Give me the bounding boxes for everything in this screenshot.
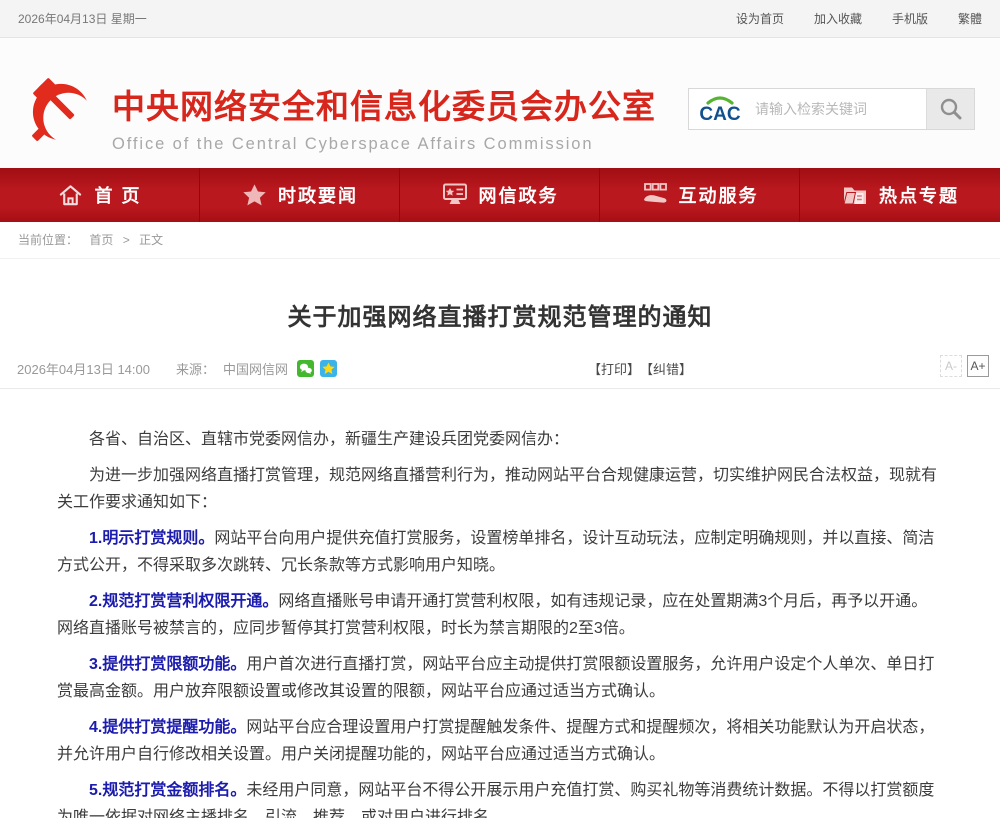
nav-item-politics-news[interactable]: 时政要闻 xyxy=(200,168,400,222)
paragraph: 各省、自治区、直辖市党委网信办，新疆生产建设兵团党委网信办： xyxy=(57,426,943,453)
nav-item-label: 热点专题 xyxy=(879,182,959,208)
article-source-label: 来源： xyxy=(176,359,215,378)
article-meta: 2026年04月13日 14:00 来源： 中国网信网 xyxy=(0,357,1000,379)
wechat-share-icon[interactable] xyxy=(297,360,314,377)
topbar: 2026年04月13日 星期一 设为首页 加入收藏 手机版 繁體 xyxy=(0,0,1000,38)
topbar-links: 设为首页 加入收藏 手机版 繁體 xyxy=(736,10,982,27)
paragraph-lead: 5.规范打赏金额排名。 xyxy=(89,782,246,799)
site-title: 中央网络安全和信息化委员会办公室 xyxy=(112,80,656,128)
paragraph-text: 为进一步加强网络直播打赏管理，规范网络直播营利行为，推动网站平台合规健康运营，切… xyxy=(57,467,937,511)
monitor-icon xyxy=(441,182,469,208)
link-mobile-version[interactable]: 手机版 xyxy=(892,10,928,27)
search-button[interactable] xyxy=(926,89,974,129)
nav-item-hot-topics[interactable]: 热点专题 xyxy=(800,168,1000,222)
site-subtitle: Office of the Central Cyberspace Affairs… xyxy=(112,135,656,154)
article-actions: 【打印】 【纠错】 xyxy=(588,359,692,378)
page: 2026年04月13日 星期一 设为首页 加入收藏 手机版 繁體 中央 xyxy=(0,0,1000,818)
main-nav: 首 页 时政要闻 网信政务 互动服务 xyxy=(0,168,1000,222)
font-size-controls: A- A+ xyxy=(940,355,989,377)
paragraph: 4.提供打赏提醒功能。网站平台应合理设置用户打赏提醒触发条件、提醒方式和提醒频次… xyxy=(57,714,943,768)
party-emblem-icon xyxy=(26,72,102,146)
nav-item-label: 首 页 xyxy=(94,182,141,208)
nav-item-label: 互动服务 xyxy=(679,182,759,208)
article-meta-left: 2026年04月13日 14:00 来源： 中国网信网 xyxy=(17,357,337,379)
search-box: CAC xyxy=(688,88,975,130)
cac-logo-text: CAC xyxy=(699,104,740,125)
qzone-share-icon[interactable] xyxy=(320,360,337,377)
nav-item-interactive-services[interactable]: 互动服务 xyxy=(600,168,800,222)
paragraph-text: 各省、自治区、直辖市党委网信办，新疆生产建设兵团党委网信办： xyxy=(89,431,569,448)
article-date: 2026年04月13日 14:00 xyxy=(17,359,150,378)
print-button[interactable]: 【打印】 xyxy=(588,359,640,378)
nav-item-label: 时政要闻 xyxy=(278,182,358,208)
link-set-homepage[interactable]: 设为首页 xyxy=(736,10,784,27)
breadcrumb-label: 当前位置： xyxy=(18,233,78,247)
font-larger-button[interactable]: A+ xyxy=(967,355,989,377)
meta-divider xyxy=(0,388,1000,389)
article-source: 中国网信网 xyxy=(223,359,288,378)
paragraph-lead: 1.明示打赏规则。 xyxy=(89,530,214,547)
breadcrumb: 当前位置： 首页 > 正文 xyxy=(0,222,1000,259)
article-body: 各省、自治区、直辖市党委网信办，新疆生产建设兵团党委网信办： 为进一步加强网络直… xyxy=(0,426,1000,818)
paragraph: 2.规范打赏营利权限开通。网络直播账号申请开通打赏营利权限，如有违规记录，应在处… xyxy=(57,588,943,642)
breadcrumb-home-link[interactable]: 首页 xyxy=(89,233,113,247)
link-add-favorite[interactable]: 加入收藏 xyxy=(814,10,862,27)
search-input[interactable] xyxy=(751,101,926,117)
cac-logo: CAC xyxy=(689,91,751,127)
site-header: 中央网络安全和信息化委员会办公室 Office of the Central C… xyxy=(0,38,1000,168)
paragraph-lead: 2.规范打赏营利权限开通。 xyxy=(89,593,278,610)
nav-item-label: 网信政务 xyxy=(479,182,559,208)
breadcrumb-current: 正文 xyxy=(139,233,163,247)
star-icon xyxy=(241,182,268,208)
link-traditional-chinese[interactable]: 繁體 xyxy=(958,10,982,27)
paragraph-lead: 4.提供打赏提醒功能。 xyxy=(89,719,246,736)
service-hand-icon xyxy=(641,182,669,208)
brand-text: 中央网络安全和信息化委员会办公室 Office of the Central C… xyxy=(112,72,656,154)
paragraph-lead: 3.提供打赏限额功能。 xyxy=(89,656,246,673)
paragraph: 5.规范打赏金额排名。未经用户同意，网站平台不得公开展示用户充值打赏、购买礼物等… xyxy=(57,777,943,818)
breadcrumb-separator: > xyxy=(123,233,130,247)
nav-item-cyberspace-affairs[interactable]: 网信政务 xyxy=(400,168,600,222)
site-brand[interactable]: 中央网络安全和信息化委员会办公室 Office of the Central C… xyxy=(26,72,656,154)
paragraph: 3.提供打赏限额功能。用户首次进行直播打赏，网站平台应主动提供打赏限额设置服务，… xyxy=(57,651,943,705)
home-icon xyxy=(57,182,84,208)
nav-item-home[interactable]: 首 页 xyxy=(0,168,200,222)
article: 关于加强网络直播打赏规范管理的通知 2026年04月13日 14:00 来源： … xyxy=(0,297,1000,818)
font-smaller-button[interactable]: A- xyxy=(940,355,962,377)
paragraph: 为进一步加强网络直播打赏管理，规范网络直播营利行为，推动网站平台合规健康运营，切… xyxy=(57,462,943,516)
folder-icon xyxy=(841,182,869,208)
topbar-date: 2026年04月13日 星期一 xyxy=(18,10,147,27)
paragraph: 1.明示打赏规则。网站平台向用户提供充值打赏服务，设置榜单排名，设计互动玩法，应… xyxy=(57,525,943,579)
article-title: 关于加强网络直播打赏规范管理的通知 xyxy=(0,297,1000,332)
search-icon xyxy=(938,96,964,122)
error-report-button[interactable]: 【纠错】 xyxy=(640,359,692,378)
